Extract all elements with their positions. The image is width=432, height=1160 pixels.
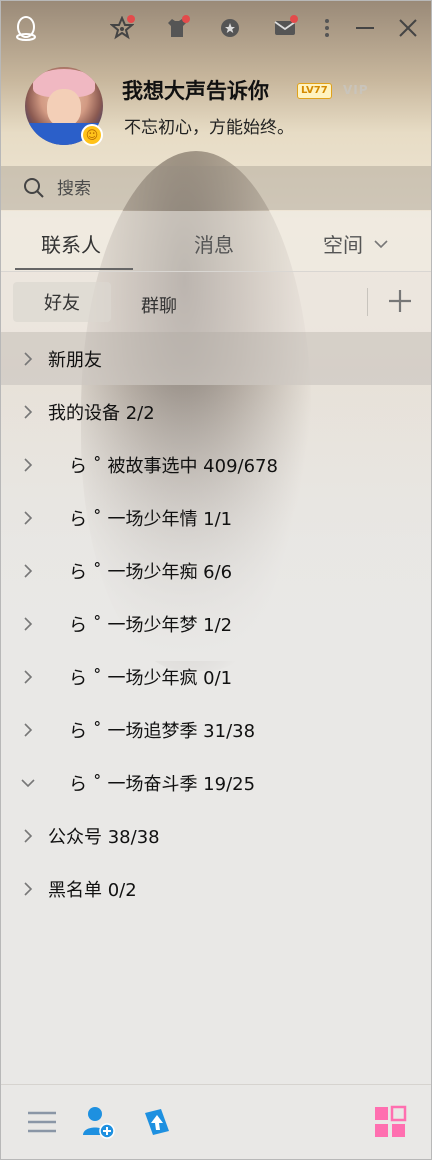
tab-messages[interactable]: 消息 — [194, 229, 234, 258]
qq-main-window: ☺ 我想大声告诉你 LV77 VIP 不忘初心，方能始终。 联系人 消息 空间 … — [0, 0, 432, 1160]
notification-dot — [182, 15, 190, 23]
vip-badge[interactable]: VIP — [343, 83, 369, 97]
contact-group-row[interactable]: 公众号 38/38 — [1, 809, 431, 862]
group-label: ら ˚ 一场追梦季 31/38 — [69, 720, 256, 742]
main-tabs: 联系人 消息 空间 — [1, 211, 431, 272]
subtab-friends[interactable]: 好友 — [13, 282, 111, 322]
divider — [367, 288, 368, 316]
contact-group-row[interactable]: ら ˚ 一场少年情 1/1 — [1, 491, 431, 544]
qq-penguin-icon[interactable] — [15, 15, 37, 41]
tab-qzone[interactable]: 空间 — [323, 229, 363, 258]
chevron-right-icon[interactable] — [21, 881, 35, 897]
group-label: ら ˚ 一场少年痴 6/6 — [69, 561, 233, 583]
notification-dot — [290, 15, 298, 23]
notification-dot — [127, 15, 135, 23]
chevron-right-icon[interactable] — [21, 722, 35, 738]
contact-group-row[interactable]: ら ˚ 一场少年梦 1/2 — [1, 597, 431, 650]
chevron-right-icon[interactable] — [21, 404, 35, 420]
more-icon[interactable] — [313, 14, 341, 42]
title-bar — [1, 1, 431, 57]
contact-group-row[interactable]: ら ˚ 一场追梦季 31/38 — [1, 703, 431, 756]
contact-group-list: 新朋友我的设备 2/2 ら ˚ 被故事选中 409/678 ら ˚ 一场少年情 1/… — [1, 332, 431, 915]
level-badge[interactable]: LV77 — [297, 83, 332, 99]
contact-group-row[interactable]: ら ˚ 一场少年疯 0/1 — [1, 650, 431, 703]
group-label: ら ˚ 一场奋斗季 19/25 — [69, 773, 256, 795]
mail-icon[interactable] — [271, 14, 299, 42]
close-icon[interactable] — [394, 14, 422, 42]
signature[interactable]: 不忘初心，方能始终。 — [124, 113, 294, 138]
main-menu-icon[interactable] — [25, 1105, 59, 1139]
group-label: ら ˚ 一场少年情 1/1 — [69, 508, 233, 530]
chevron-right-icon[interactable] — [21, 457, 35, 473]
chevron-right-icon[interactable] — [21, 669, 35, 685]
chevron-right-icon[interactable] — [21, 510, 35, 526]
nickname[interactable]: 我想大声告诉你 — [122, 75, 269, 105]
search-icon — [24, 178, 44, 198]
transfer-file-icon[interactable] — [139, 1105, 173, 1139]
group-label: ら ˚ 一场少年疯 0/1 — [69, 667, 233, 689]
contact-group-row[interactable]: 新朋友 — [1, 332, 431, 385]
chevron-down-icon[interactable] — [21, 775, 35, 791]
group-label: 我的设备 2/2 — [48, 402, 155, 424]
group-label: 新朋友 — [48, 349, 102, 371]
app-manager-icon[interactable] — [373, 1105, 407, 1139]
group-label: ら ˚ 一场少年梦 1/2 — [69, 614, 233, 636]
active-tab-indicator — [15, 268, 133, 270]
group-label: ら ˚ 被故事选中 409/678 — [69, 455, 278, 477]
chevron-right-icon[interactable] — [21, 563, 35, 579]
online-status-icon[interactable]: ☺ — [81, 124, 103, 146]
contact-group-row[interactable]: ら ˚ 一场少年痴 6/6 — [1, 544, 431, 597]
chevron-right-icon[interactable] — [21, 616, 35, 632]
medal-icon[interactable] — [216, 14, 244, 42]
search-bar[interactable] — [1, 166, 431, 210]
chevron-right-icon[interactable] — [21, 828, 35, 844]
chevron-down-icon[interactable] — [373, 238, 389, 250]
group-label: 公众号 38/38 — [48, 826, 160, 848]
add-icon[interactable] — [387, 288, 413, 314]
contact-group-row[interactable]: ら ˚ 被故事选中 409/678 — [1, 438, 431, 491]
add-friend-icon[interactable] — [81, 1105, 115, 1139]
tab-contacts[interactable]: 联系人 — [41, 229, 101, 258]
group-label: 黑名单 0/2 — [48, 879, 137, 901]
contact-group-row[interactable]: 黑名单 0/2 — [1, 862, 431, 915]
star-notify-icon[interactable] — [108, 14, 136, 42]
contact-subtabs: 好友 群聊 — [1, 272, 431, 332]
minimize-icon[interactable] — [351, 14, 379, 42]
search-input[interactable] — [55, 174, 419, 204]
shirt-icon[interactable] — [163, 14, 191, 42]
bottom-toolbar — [1, 1084, 431, 1159]
subtab-groups[interactable]: 群聊 — [141, 292, 177, 318]
contact-group-row[interactable]: ら ˚ 一场奋斗季 19/25 — [1, 756, 431, 809]
contact-group-row[interactable]: 我的设备 2/2 — [1, 385, 431, 438]
chevron-right-icon[interactable] — [21, 351, 35, 367]
